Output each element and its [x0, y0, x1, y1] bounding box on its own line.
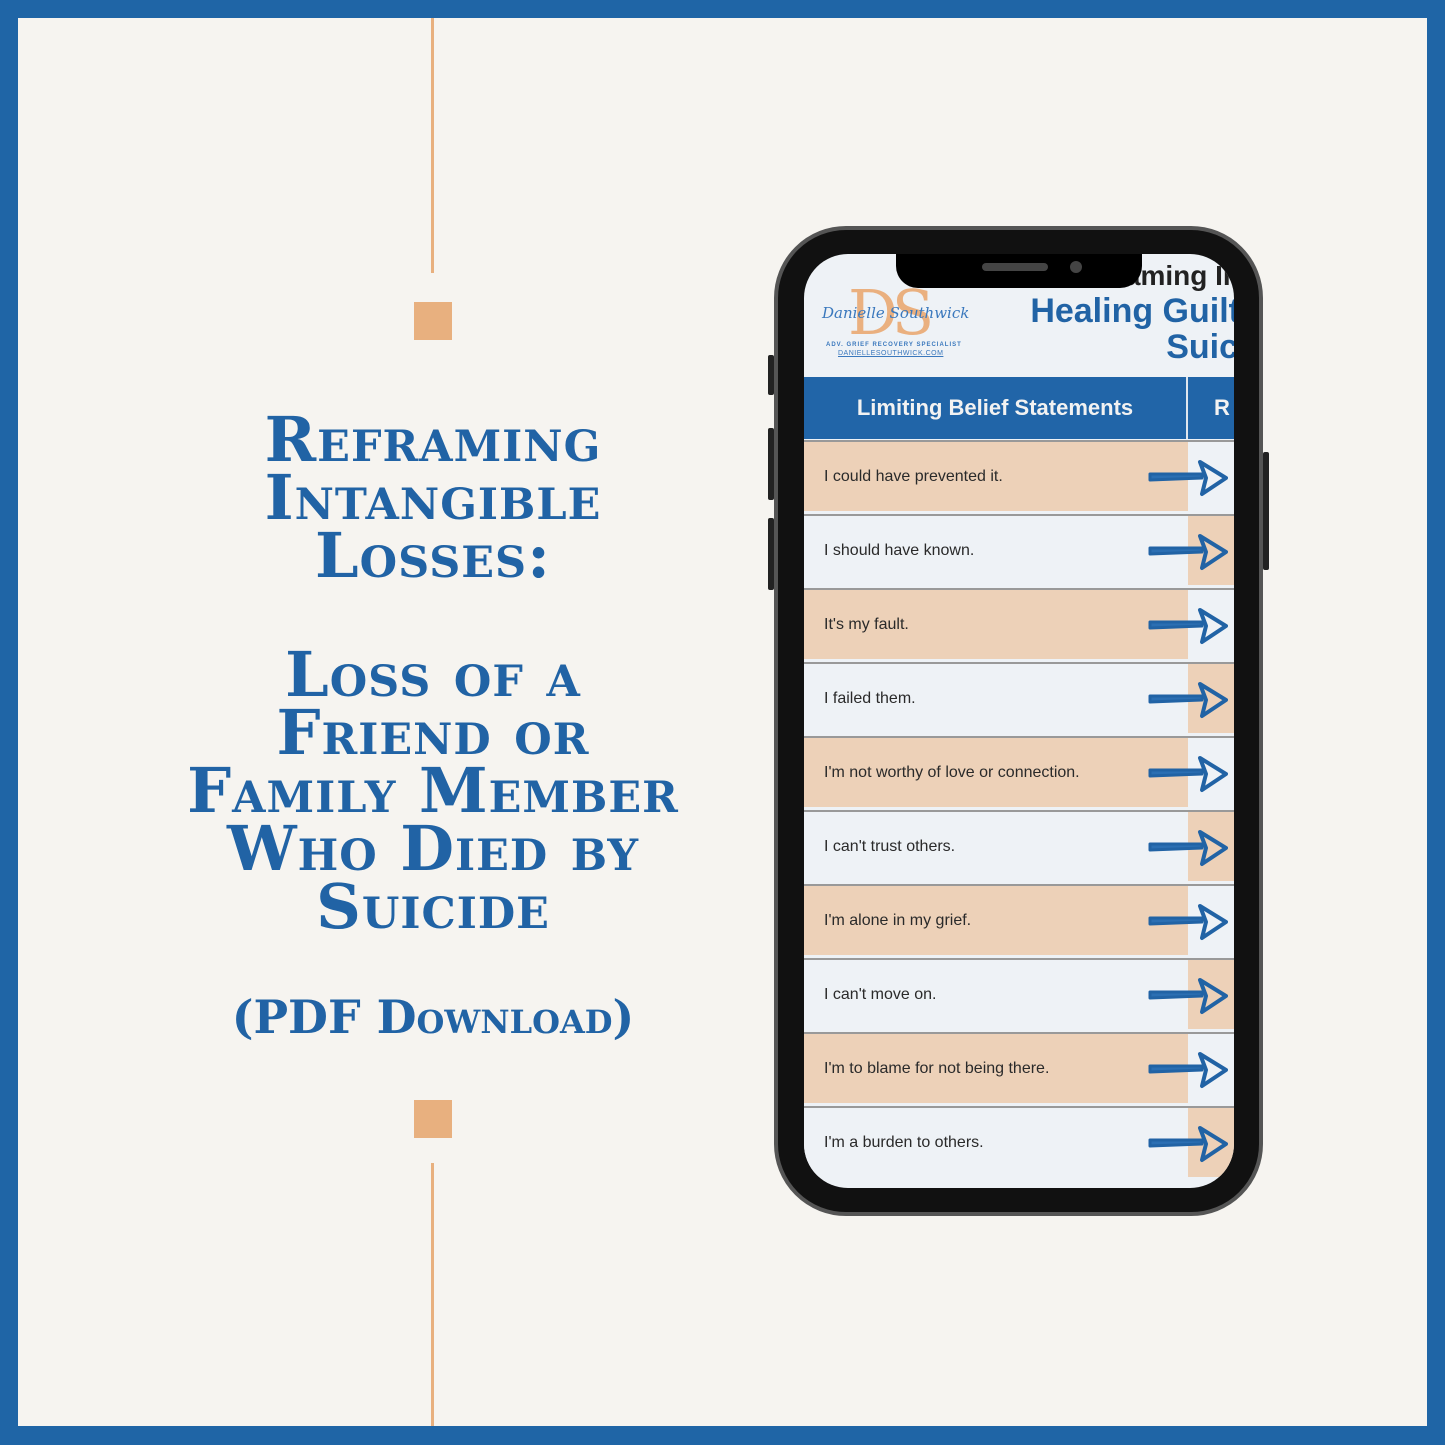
divider-line-bottom [431, 1163, 434, 1426]
decorative-square-bottom [414, 1100, 452, 1138]
title: Reframing Intangible Losses: [133, 409, 733, 592]
table-row: It's my fault. [804, 588, 1234, 659]
table-row: I'm not worthy of love or connection. [804, 736, 1234, 807]
table-row: I should have known. [804, 514, 1234, 585]
phone-notch [896, 254, 1142, 288]
belief-statement: It's my fault. [824, 616, 909, 633]
phone-screen: DS Danielle Southwick ADV. GRIEF RECOVER… [804, 254, 1234, 1188]
table-header: Limiting Belief Statements R [804, 377, 1234, 439]
arrow-right-icon [1148, 608, 1228, 644]
doc-heading-line3: Suic [1166, 328, 1234, 366]
belief-statement: I'm not worthy of love or connection. [824, 764, 1080, 781]
camera-icon [1070, 261, 1082, 273]
arrow-right-icon [1148, 756, 1228, 792]
arrow-right-icon [1148, 978, 1228, 1014]
belief-statement: I'm a burden to others. [824, 1134, 984, 1151]
row-cell: I could have prevented it. [804, 442, 1188, 511]
logo: DS Danielle Southwick ADV. GRIEF RECOVER… [822, 276, 972, 360]
table-row: I could have prevented it. [804, 440, 1234, 511]
arrow-right-icon [1148, 460, 1228, 496]
row-cell: It's my fault. [804, 590, 1188, 659]
row-cell: I should have known. [804, 516, 1188, 585]
row-cell: I can't trust others. [804, 812, 1188, 881]
arrow-right-icon [1148, 682, 1228, 718]
decorative-square-top [414, 302, 452, 340]
subtitle: Loss of a Friend or Family Member Who Di… [133, 644, 733, 943]
belief-statement: I could have prevented it. [824, 468, 1003, 485]
table-row: I'm alone in my grief. [804, 884, 1234, 955]
belief-statement: I'm to blame for not being there. [824, 1060, 1050, 1077]
divider-line-top [431, 18, 434, 273]
logo-tagline: ADV. GRIEF RECOVERY SPECIALIST [826, 342, 962, 348]
subtitle-line: Suicide [316, 870, 550, 943]
belief-statement: I failed them. [824, 690, 916, 707]
row-cell: I'm to blame for not being there. [804, 1034, 1188, 1103]
row-cell: I failed them. [804, 664, 1188, 733]
col1-header: Limiting Belief Statements [804, 377, 1188, 439]
row-cell: I'm not worthy of love or connection. [804, 738, 1188, 807]
belief-statement: I should have known. [824, 542, 975, 559]
doc-heading-line2: Healing Guilt [1030, 292, 1234, 330]
table-row: I can't move on. [804, 958, 1234, 1029]
belief-statement: I'm alone in my grief. [824, 912, 972, 929]
logo-signature: Danielle Southwick [822, 304, 970, 322]
row-cell: I can't move on. [804, 960, 1188, 1029]
row-cell: I'm a burden to others. [804, 1108, 1188, 1177]
table-row: I failed them. [804, 662, 1234, 733]
arrow-right-icon [1148, 830, 1228, 866]
speaker-icon [982, 263, 1048, 271]
arrow-right-icon [1148, 534, 1228, 570]
col2-header: R [1214, 395, 1230, 420]
title-line: Losses: [315, 519, 551, 592]
row-cell: I'm alone in my grief. [804, 886, 1188, 955]
table-row: I can't trust others. [804, 810, 1234, 881]
arrow-right-icon [1148, 1052, 1228, 1088]
table-row: I'm a burden to others. [804, 1106, 1234, 1177]
download-label: (PDF Download) [231, 990, 635, 1044]
phone-power-button [1263, 452, 1269, 570]
arrow-right-icon [1148, 1126, 1228, 1162]
arrow-right-icon [1148, 904, 1228, 940]
logo-url[interactable]: DANIELLESOUTHWICK.COM [838, 350, 943, 357]
belief-statement: I can't move on. [824, 986, 937, 1003]
belief-statement: I can't trust others. [824, 838, 956, 855]
table-row: I'm to blame for not being there. [804, 1032, 1234, 1103]
